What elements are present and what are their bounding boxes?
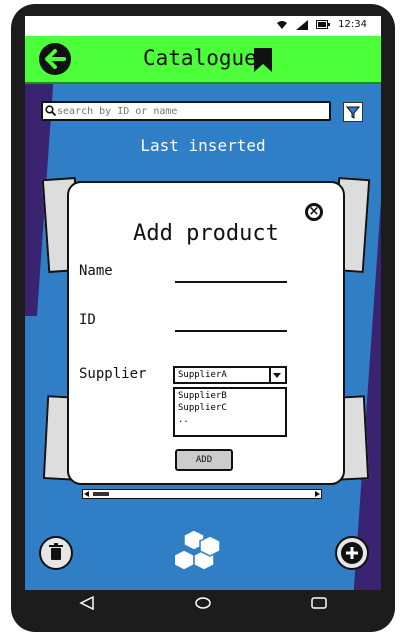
name-label: Name: [79, 263, 113, 279]
cubes-icon: [175, 529, 221, 571]
supplier-label: Supplier: [79, 366, 147, 382]
plus-icon: [341, 542, 363, 564]
supplier-select[interactable]: SupplierA: [173, 366, 287, 384]
supplier-option[interactable]: ..: [178, 415, 189, 425]
filter-icon: [345, 106, 361, 119]
scroll-right-arrow[interactable]: [315, 491, 320, 497]
search-input[interactable]: [57, 103, 325, 119]
wifi-icon: [277, 20, 288, 29]
close-button[interactable]: ×: [305, 203, 323, 221]
status-bar: 12:34: [25, 16, 381, 37]
add-product-fab[interactable]: [335, 536, 369, 570]
id-label: ID: [79, 312, 96, 328]
app-bar: Catalogue: [25, 36, 381, 84]
horizontal-scrollbar[interactable]: [82, 489, 322, 499]
filter-button[interactable]: [343, 102, 363, 122]
bookmark-icon[interactable]: [254, 48, 272, 72]
close-icon: ×: [308, 204, 320, 219]
nav-home-icon[interactable]: [195, 596, 211, 610]
supplier-option[interactable]: SupplierB: [178, 391, 227, 401]
system-nav-bar: [25, 590, 381, 618]
scroll-left-arrow[interactable]: [84, 491, 89, 497]
name-field[interactable]: [175, 263, 287, 283]
supplier-option[interactable]: SupplierC: [178, 403, 227, 413]
delete-button[interactable]: [39, 536, 73, 570]
signal-icon: [296, 19, 309, 30]
supplier-dropdown-list: SupplierB SupplierC ..: [173, 387, 287, 437]
arrow-left-icon: [45, 49, 66, 69]
status-time: 12:34: [338, 19, 367, 30]
battery-icon: [316, 20, 331, 29]
back-button[interactable]: [39, 43, 71, 75]
search-icon: [45, 105, 56, 116]
supplier-selected: SupplierA: [178, 370, 227, 380]
chevron-down-icon[interactable]: [269, 368, 285, 382]
id-field[interactable]: [175, 312, 287, 332]
scroll-thumb[interactable]: [93, 492, 109, 496]
section-heading: Last inserted: [140, 136, 266, 155]
nav-back-icon[interactable]: [79, 596, 95, 610]
dialog-title: Add product: [133, 221, 279, 246]
screen: 12:34 Catalogue Last inserted × Add prod…: [25, 16, 381, 590]
add-button[interactable]: ADD: [175, 449, 233, 471]
trash-icon: [49, 543, 63, 560]
add-product-dialog: × Add product Name ID Supplier SupplierA…: [67, 181, 345, 485]
search-bar[interactable]: [41, 101, 331, 121]
nav-recents-icon[interactable]: [311, 596, 327, 610]
page-title: Catalogue: [143, 46, 257, 70]
